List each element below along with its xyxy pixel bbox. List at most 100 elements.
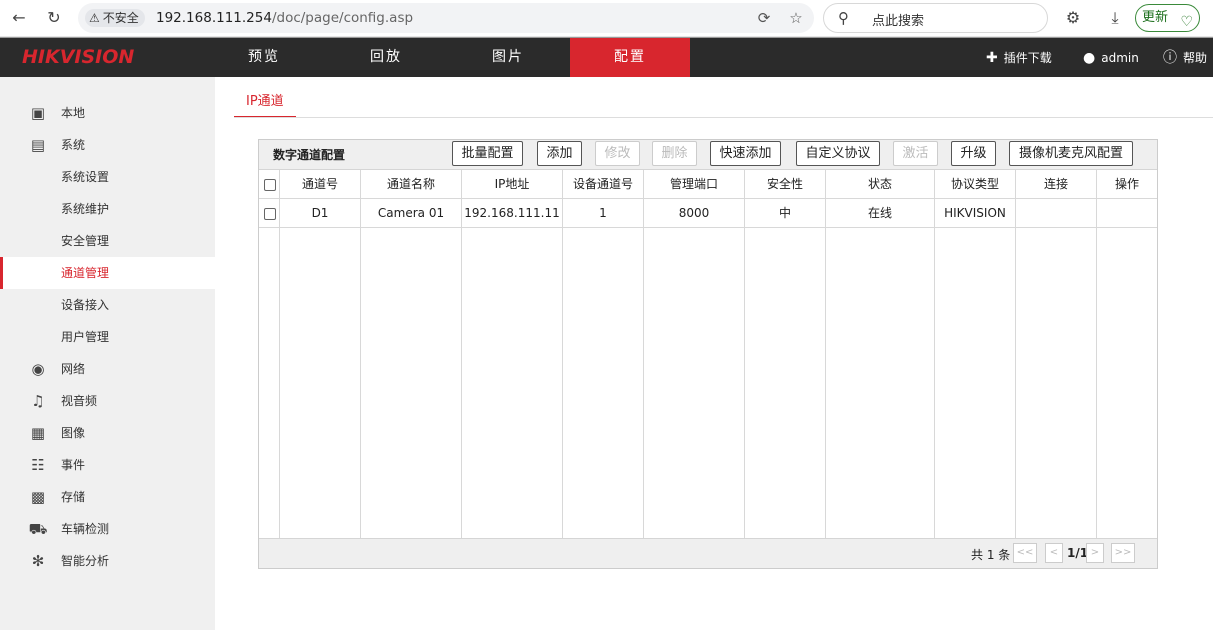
prev-page-button[interactable]: <: [1045, 543, 1063, 563]
sidebar-item-system[interactable]: ▤ 系统: [0, 129, 215, 161]
digital-channel-panel: 数字通道配置 批量配置 添加 修改 删除 快速添加 自定义协议 激活 升级 摄像…: [258, 139, 1158, 569]
top-navigation: HIKVISION 预览 回放 图片 配置 ✚ 插件下载 ● admin ⓘ 帮助: [0, 37, 1213, 77]
cell-ip-address: 192.168.111.11: [464, 206, 560, 220]
security-badge[interactable]: ⚠ 不安全: [85, 9, 145, 27]
table-header: 通道号 通道名称 IP地址 设备通道号 管理端口 安全性 状态 协议类型 连接 …: [259, 170, 1157, 199]
cell-operation: [1097, 199, 1157, 228]
system-icon: ▤: [30, 136, 46, 154]
panel-title: 数字通道配置: [273, 148, 346, 162]
vehicle-icon: ⛟: [28, 520, 48, 538]
delete-button[interactable]: 删除: [652, 141, 697, 166]
extensions-icon[interactable]: ⚙: [1063, 8, 1083, 28]
edge-icon[interactable]: ⟳: [754, 8, 774, 28]
analysis-icon: ✻: [31, 552, 45, 570]
sidebar-item-system-settings[interactable]: 系统设置: [0, 161, 215, 193]
sidebar-item-image[interactable]: ▦ 图像: [0, 417, 215, 449]
column-header[interactable]: 通道名称: [361, 170, 461, 199]
column-header[interactable]: 设备通道号: [563, 170, 643, 199]
update-button[interactable]: 更新 ♡: [1135, 4, 1200, 32]
sidebar-item-local[interactable]: ▣ 本地: [0, 97, 215, 129]
url-path: /doc/page/config.asp: [271, 10, 414, 26]
next-page-button[interactable]: >: [1086, 543, 1104, 563]
sidebar-item-device-access[interactable]: 设备接入: [0, 289, 215, 321]
sidebar-item-video-audio[interactable]: ♫ 视音频: [0, 385, 215, 417]
tab-ip-channel[interactable]: IP通道: [234, 88, 296, 118]
event-icon: ☷: [31, 456, 45, 474]
cell-device-channel: 1: [599, 206, 607, 220]
last-page-button[interactable]: >>: [1111, 543, 1135, 563]
search-icon: ⚲: [838, 9, 849, 27]
quick-add-button[interactable]: 快速添加: [710, 141, 781, 166]
plugin-download-link[interactable]: ✚ 插件下载: [986, 49, 1052, 67]
activate-button[interactable]: 激活: [893, 141, 938, 166]
search-placeholder: 点此搜索: [872, 14, 925, 29]
back-icon[interactable]: ←: [9, 8, 29, 28]
select-all-checkbox[interactable]: [264, 179, 276, 191]
sidebar-item-security[interactable]: 安全管理: [0, 225, 215, 257]
help-link[interactable]: ⓘ 帮助: [1163, 49, 1207, 67]
cell-channel-name: Camera 01: [377, 206, 445, 220]
column-header[interactable]: 通道号: [280, 170, 360, 199]
hikvision-logo: HIKVISION: [22, 46, 135, 68]
sidebar-item-event[interactable]: ☷ 事件: [0, 449, 215, 481]
puzzle-icon: ✚: [986, 50, 998, 66]
sidebar-item-smart-analysis[interactable]: ✻ 智能分析: [0, 545, 215, 577]
custom-protocol-button[interactable]: 自定义协议: [796, 141, 880, 166]
sidebar-item-user-management[interactable]: 用户管理: [0, 321, 215, 353]
sidebar-item-storage[interactable]: ▩ 存储: [0, 481, 215, 513]
column-header[interactable]: 操作: [1097, 170, 1157, 199]
image-icon: ▦: [30, 424, 46, 442]
user-menu[interactable]: ● admin: [1083, 49, 1139, 67]
browser-toolbar: ← ↻ ⚠ 不安全 192.168.111.254/doc/page/config…: [0, 0, 1213, 37]
browser-search-box[interactable]: ⚲ 点此搜索: [823, 3, 1048, 33]
sidebar-item-network[interactable]: ◉ 网络: [0, 353, 215, 385]
sidebar-item-vehicle-detection[interactable]: ⛟ 车辆检测: [0, 513, 215, 545]
upgrade-button[interactable]: 升级: [951, 141, 996, 166]
url-host: 192.168.111.254: [156, 10, 272, 26]
monitor-icon: ▣: [30, 104, 46, 122]
batch-config-button[interactable]: 批量配置: [452, 141, 523, 166]
reload-icon[interactable]: ↻: [44, 8, 64, 28]
storage-icon: ▩: [30, 488, 46, 506]
downloads-icon[interactable]: ⤓: [1105, 8, 1125, 28]
modify-button[interactable]: 修改: [595, 141, 640, 166]
column-header[interactable]: 安全性: [745, 170, 825, 199]
heartbeat-icon: ♡: [1180, 14, 1193, 30]
column-header[interactable]: 管理端口: [644, 170, 744, 199]
cell-management-port: 8000: [678, 206, 710, 220]
tab-playback[interactable]: 回放: [326, 38, 446, 77]
first-page-button[interactable]: <<: [1013, 543, 1037, 563]
channel-table: 通道号 通道名称 IP地址 设备通道号 管理端口 安全性 状态 协议类型 连接 …: [259, 170, 1157, 538]
page-indicator: 1/1: [1067, 546, 1089, 560]
tab-configuration[interactable]: 配置: [570, 38, 690, 77]
camera-mic-config-button[interactable]: 摄像机麦克风配置: [1009, 141, 1133, 166]
table-row[interactable]: D1 Camera 01 192.168.111.11 1 8000 中 在线 …: [259, 199, 1157, 228]
column-header[interactable]: IP地址: [462, 170, 562, 199]
panel-toolbar: 数字通道配置 批量配置 添加 修改 删除 快速添加 自定义协议 激活 升级 摄像…: [259, 140, 1157, 170]
row-checkbox[interactable]: [264, 208, 276, 220]
favorite-star-icon[interactable]: ☆: [786, 8, 806, 28]
cell-channel-no: D1: [311, 206, 329, 220]
user-icon: ●: [1083, 50, 1096, 66]
sidebar-item-system-maintenance[interactable]: 系统维护: [0, 193, 215, 225]
tab-preview[interactable]: 预览: [204, 38, 324, 77]
globe-icon: ◉: [31, 360, 45, 378]
column-header[interactable]: 协议类型: [935, 170, 1015, 199]
tab-picture[interactable]: 图片: [448, 38, 568, 77]
add-button[interactable]: 添加: [537, 141, 582, 166]
address-bar[interactable]: ⚠ 不安全 192.168.111.254/doc/page/config.asp…: [78, 3, 814, 33]
cell-security: 中: [778, 206, 791, 220]
pagination-bar: 共 1 条 << < 1/1 > >>: [259, 538, 1157, 568]
sidebar-item-channel-management[interactable]: 通道管理: [0, 257, 215, 289]
mic-icon: ♫: [31, 392, 45, 410]
warning-icon: ⚠: [89, 11, 100, 25]
cell-status: 在线: [867, 206, 892, 220]
column-header[interactable]: 连接: [1016, 170, 1096, 199]
sidebar: ▣ 本地 ▤ 系统 系统设置 系统维护 安全管理 通道管理 设备接入 用户管理 ◉ 网…: [0, 77, 215, 630]
column-header[interactable]: 状态: [826, 170, 934, 199]
total-count: 共 1 条: [971, 548, 1011, 562]
help-icon: ⓘ: [1163, 50, 1177, 66]
url-text[interactable]: 192.168.111.254/doc/page/config.asp: [156, 9, 413, 27]
cell-connection: [1016, 199, 1096, 228]
cell-protocol: HIKVISION: [944, 206, 1006, 220]
